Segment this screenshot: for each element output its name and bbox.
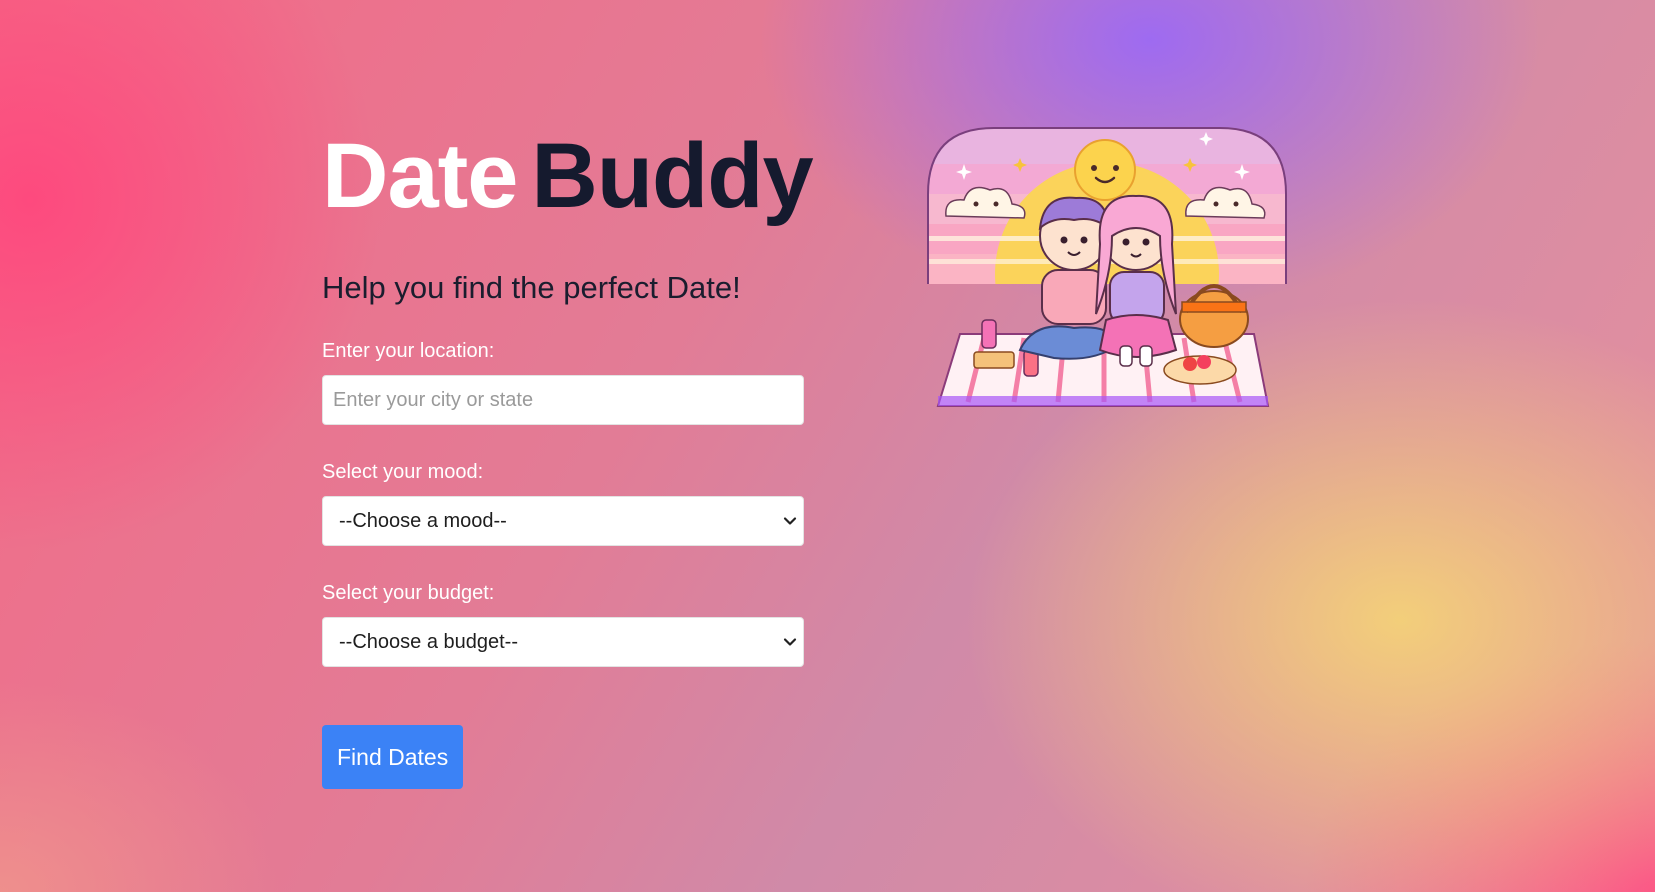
find-dates-button[interactable]: Find Dates xyxy=(322,725,464,789)
brand-word-date: Date xyxy=(322,125,518,227)
mood-select-value: --Choose a mood-- xyxy=(339,509,507,532)
chevron-down-icon xyxy=(783,517,797,525)
tagline: Help you find the perfect Date! xyxy=(322,270,741,305)
budget-select-wrapper: --Choose a budget-- xyxy=(322,617,804,667)
budget-select[interactable]: --Choose a budget-- xyxy=(322,617,804,667)
date-search-form: Enter your location: Select your mood: -… xyxy=(322,340,804,789)
brand-word-buddy: Buddy xyxy=(531,125,813,227)
mood-select-wrapper: --Choose a mood-- xyxy=(322,496,804,546)
location-input[interactable] xyxy=(322,375,804,425)
budget-select-value: --Choose a budget-- xyxy=(339,630,518,653)
app-logo: Date Buddy xyxy=(322,130,814,242)
mood-label: Select your mood: xyxy=(322,461,484,483)
chevron-down-icon xyxy=(783,638,797,646)
couple-picnic-illustration xyxy=(927,127,1287,407)
mood-select[interactable]: --Choose a mood-- xyxy=(322,496,804,546)
budget-label: Select your budget: xyxy=(322,582,495,604)
search-panel: Date Buddy Help you find the perfect Date… xyxy=(322,130,814,789)
location-label: Enter your location: xyxy=(322,340,495,362)
